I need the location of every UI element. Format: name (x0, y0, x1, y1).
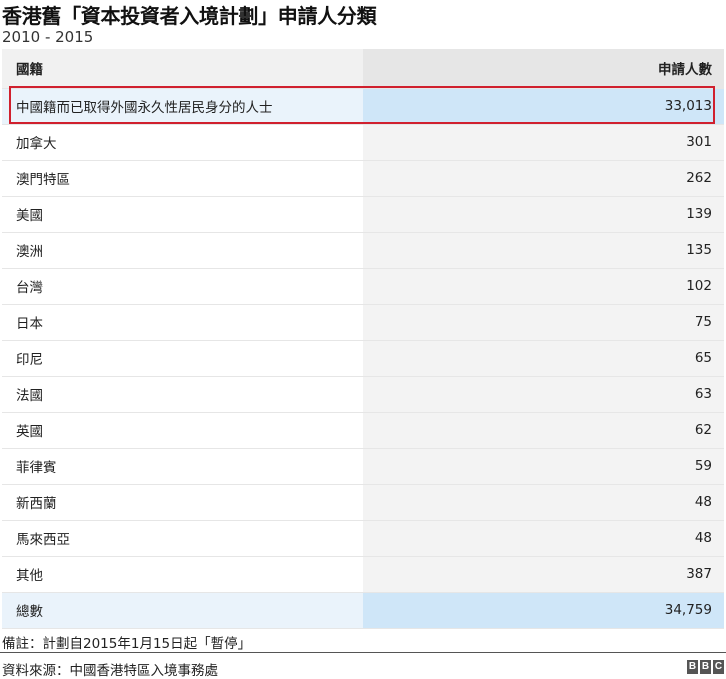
row-country: 印尼 (2, 340, 363, 377)
row-country: 日本 (2, 304, 363, 341)
table-row: 法國 63 (2, 376, 724, 413)
row-count: 139 (363, 196, 724, 233)
bbc-logo: B B C (687, 660, 724, 674)
row-count: 59 (363, 448, 724, 485)
divider (0, 652, 726, 653)
row-country: 澳門特區 (2, 160, 363, 197)
total-label: 總數 (2, 592, 363, 629)
row-count: 75 (363, 304, 724, 341)
header-country: 國籍 (2, 49, 363, 89)
chart-subtitle: 2010 - 2015 (2, 28, 94, 46)
row-count: 301 (363, 124, 724, 161)
table-row: 日本 75 (2, 304, 724, 341)
source-note: 資料來源：中國香港特區入境事務處 (2, 663, 218, 679)
row-country: 馬來西亞 (2, 520, 363, 557)
row-count: 262 (363, 160, 724, 197)
table-row: 美國 139 (2, 196, 724, 233)
row-count: 33,013 (363, 88, 724, 125)
row-country: 加拿大 (2, 124, 363, 161)
applicants-table: 國籍 申請人數 中國籍而已取得外國永久性居民身分的人士 33,013 加拿大 301 澳… (2, 49, 724, 629)
row-count: 48 (363, 520, 724, 557)
table-row: 其他 387 (2, 556, 724, 593)
table-row: 澳門特區 262 (2, 160, 724, 197)
table-row: 菲律賓 59 (2, 448, 724, 485)
row-country: 台灣 (2, 268, 363, 305)
row-country: 新西蘭 (2, 484, 363, 521)
table-row: 台灣 102 (2, 268, 724, 305)
row-count: 63 (363, 376, 724, 413)
logo-letter: B (687, 660, 698, 674)
table-row: 中國籍而已取得外國永久性居民身分的人士 33,013 (2, 88, 724, 125)
row-country: 其他 (2, 556, 363, 593)
table-row: 馬來西亞 48 (2, 520, 724, 557)
row-count: 48 (363, 484, 724, 521)
table-row: 澳洲 135 (2, 232, 724, 269)
logo-letter: B (700, 660, 711, 674)
total-row: 總數 34,759 (2, 592, 724, 629)
row-count: 65 (363, 340, 724, 377)
table-header-row: 國籍 申請人數 (2, 49, 724, 89)
table-row: 加拿大 301 (2, 124, 724, 161)
chart-title: 香港舊「資本投資者入境計劃」申請人分類 (2, 4, 377, 28)
row-country: 中國籍而已取得外國永久性居民身分的人士 (2, 88, 363, 125)
header-count: 申請人數 (363, 49, 724, 89)
table-row: 英國 62 (2, 412, 724, 449)
table-body: 中國籍而已取得外國永久性居民身分的人士 33,013 加拿大 301 澳門特區 262 美國… (2, 88, 724, 629)
row-count: 135 (363, 232, 724, 269)
row-count: 62 (363, 412, 724, 449)
row-count: 102 (363, 268, 724, 305)
total-count: 34,759 (363, 592, 724, 629)
footnote: 備註：計劃自2015年1月15日起「暫停」 (2, 636, 252, 652)
row-country: 菲律賓 (2, 448, 363, 485)
row-country: 英國 (2, 412, 363, 449)
table-row: 新西蘭 48 (2, 484, 724, 521)
row-country: 美國 (2, 196, 363, 233)
row-count: 387 (363, 556, 724, 593)
table-row: 印尼 65 (2, 340, 724, 377)
logo-letter: C (713, 660, 724, 674)
row-country: 法國 (2, 376, 363, 413)
row-country: 澳洲 (2, 232, 363, 269)
